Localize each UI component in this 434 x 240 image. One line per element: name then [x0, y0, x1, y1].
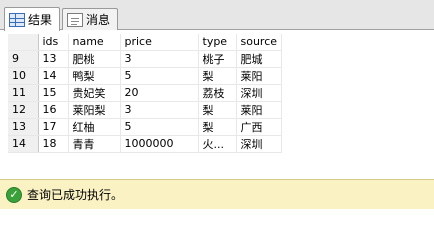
cell-ids[interactable]: 13 — [38, 50, 69, 68]
cell-source[interactable]: 深圳 — [236, 135, 283, 153]
table-row[interactable]: 13 17 红柚 5 梨 广西 — [8, 118, 283, 136]
cell-name[interactable]: 鸭梨 — [68, 67, 121, 85]
cell-name[interactable]: 红柚 — [68, 118, 121, 136]
cell-price[interactable]: 3 — [120, 101, 199, 119]
cell-name[interactable]: 莱阳梨 — [68, 101, 121, 119]
row-number[interactable]: 13 — [8, 118, 39, 136]
cell-price[interactable]: 20 — [120, 84, 199, 102]
cell-ids[interactable]: 17 — [38, 118, 69, 136]
document-icon — [67, 12, 83, 27]
cell-source[interactable]: 肥城 — [236, 50, 283, 68]
cell-name[interactable]: 贵妃笑 — [68, 84, 121, 102]
cell-source[interactable]: 莱阳 — [236, 101, 283, 119]
row-number[interactable]: 12 — [8, 101, 39, 119]
status-text: 查询已成功执行。 — [27, 188, 124, 202]
tab-messages[interactable]: 消息 — [62, 8, 118, 30]
status-bar: ✓ 查询已成功执行。 — [0, 179, 434, 209]
cell-price[interactable]: 5 — [120, 118, 199, 136]
row-number[interactable]: 14 — [8, 135, 39, 153]
row-number[interactable]: 11 — [8, 84, 39, 102]
results-pane: 结果 消息 ids name price type source 9 13 肥桃… — [0, 0, 434, 209]
cell-ids[interactable]: 16 — [38, 101, 69, 119]
tab-results[interactable]: 结果 — [4, 7, 60, 31]
grid-header-row: ids name price type source — [8, 34, 283, 51]
cell-type[interactable]: 梨 — [198, 101, 237, 119]
tab-results-label: 结果 — [28, 13, 53, 27]
grid-icon — [9, 12, 25, 27]
cell-name[interactable]: 青青 — [68, 135, 121, 153]
cell-price[interactable]: 5 — [120, 67, 199, 85]
cell-ids[interactable]: 18 — [38, 135, 69, 153]
table-row[interactable]: 12 16 莱阳梨 3 梨 莱阳 — [8, 101, 283, 119]
success-check-icon: ✓ — [6, 186, 22, 203]
tab-messages-label: 消息 — [86, 13, 111, 27]
table-row[interactable]: 10 14 鸭梨 5 梨 莱阳 — [8, 67, 283, 85]
cell-source[interactable]: 深圳 — [236, 84, 283, 102]
cell-type[interactable]: 火... — [198, 135, 237, 153]
cell-ids[interactable]: 15 — [38, 84, 69, 102]
cell-type[interactable]: 荔枝 — [198, 84, 237, 102]
results-tab-strip: 结果 消息 — [0, 0, 434, 31]
cell-price[interactable]: 1000000 — [120, 135, 199, 153]
row-number[interactable]: 9 — [8, 50, 39, 68]
table-row[interactable]: 9 13 肥桃 3 桃子 肥城 — [8, 50, 283, 68]
row-number[interactable]: 10 — [8, 67, 39, 85]
cell-source[interactable]: 广西 — [236, 118, 283, 136]
cell-type[interactable]: 桃子 — [198, 50, 237, 68]
column-header-type[interactable]: type — [198, 34, 237, 51]
grid-corner-cell[interactable] — [8, 34, 39, 51]
results-grid[interactable]: ids name price type source 9 13 肥桃 3 桃子 … — [8, 34, 283, 153]
cell-price[interactable]: 3 — [120, 50, 199, 68]
table-row[interactable]: 11 15 贵妃笑 20 荔枝 深圳 — [8, 84, 283, 102]
column-header-price[interactable]: price — [120, 34, 199, 51]
cell-source[interactable]: 莱阳 — [236, 67, 283, 85]
column-header-name[interactable]: name — [68, 34, 121, 51]
cell-ids[interactable]: 14 — [38, 67, 69, 85]
cell-type[interactable]: 梨 — [198, 118, 237, 136]
column-header-source[interactable]: source — [236, 34, 283, 51]
cell-type[interactable]: 梨 — [198, 67, 237, 85]
cell-name[interactable]: 肥桃 — [68, 50, 121, 68]
table-row[interactable]: 14 18 青青 1000000 火... 深圳 — [8, 135, 283, 153]
column-header-ids[interactable]: ids — [38, 34, 69, 51]
